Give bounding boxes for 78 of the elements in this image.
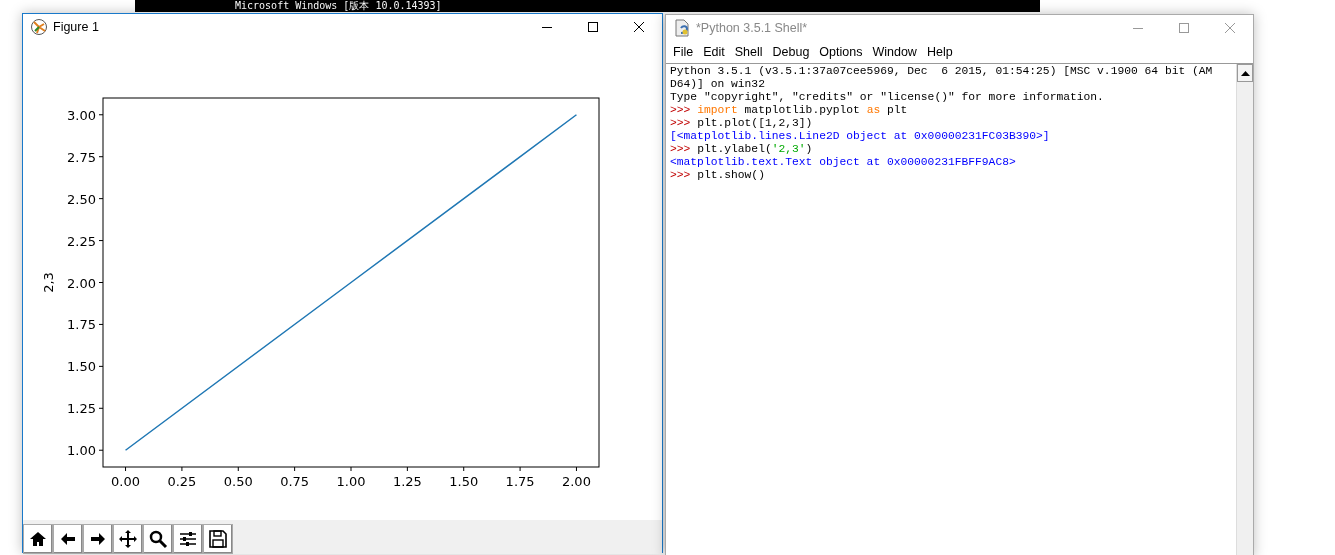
shell-line: >>> plt.ylabel('2,3') — [670, 143, 814, 156]
tick-mark — [98, 114, 104, 116]
back-button[interactable] — [53, 524, 83, 554]
pan-button[interactable] — [113, 524, 143, 554]
menu-item[interactable]: Help — [921, 45, 958, 59]
menu-item[interactable]: Window — [867, 45, 922, 59]
tick-label: 1.50 — [449, 474, 479, 489]
up-triangle-icon — [1240, 70, 1250, 76]
tick-mark — [350, 466, 352, 472]
maximize-icon — [587, 21, 599, 33]
tick-label: 1.75 — [505, 474, 535, 489]
shell-line: >>> plt.plot([1,2,3]) — [670, 117, 814, 130]
tick-label: 1.75 — [67, 317, 96, 333]
shell-line: Python 3.5.1 (v3.5.1:37a07cee5969, Dec 6 2015, 01:54:25) [MSC v.1900 64 bit (AM — [670, 65, 1214, 78]
tick-label: 1.00 — [336, 474, 366, 489]
tick-label: 2.00 — [67, 275, 96, 291]
tick-label: 2.75 — [67, 149, 96, 165]
minimize-icon — [542, 26, 552, 28]
tick-mark — [237, 466, 239, 472]
tick-mark — [294, 466, 296, 472]
window-title: *Python 3.5.1 Shell* — [696, 21, 808, 35]
close-icon — [633, 21, 645, 33]
tick-label: 1.25 — [392, 474, 422, 489]
tick-label: 1.00 — [67, 443, 96, 459]
shell-line: Type "copyright", "credits" or "license()" for more information. — [670, 91, 1105, 104]
tick-label: 0.25 — [167, 474, 197, 489]
sliders-icon — [178, 529, 198, 549]
tick-label: 0.75 — [280, 474, 310, 489]
shell-line: <matplotlib.text.Text object at 0x00000231FBFF9AC8> — [670, 156, 1017, 169]
tick-label: 2.50 — [67, 191, 96, 207]
tick-label: 1.25 — [67, 401, 96, 417]
save-button[interactable] — [203, 524, 233, 554]
shell-line: D64)] on win32 — [670, 78, 766, 91]
configure-button[interactable] — [173, 524, 203, 554]
axis-label: 2,3 — [41, 272, 56, 293]
tick-mark — [406, 466, 408, 472]
zoom-button[interactable] — [143, 524, 173, 554]
tick-mark — [575, 466, 577, 472]
tick-mark — [181, 466, 183, 472]
four-way-arrow-icon — [118, 529, 138, 549]
python-file-icon — [673, 19, 691, 37]
console-text: Microsoft Windows [版本 10.0.14393] — [235, 0, 442, 12]
tick-mark — [519, 466, 521, 472]
magnifier-icon — [148, 529, 168, 549]
menu-item[interactable]: Debug — [767, 45, 815, 59]
tick-mark — [98, 449, 104, 451]
tick-mark — [125, 466, 127, 472]
close-icon — [1224, 22, 1236, 34]
tick-mark — [98, 282, 104, 283]
menu-item[interactable]: Shell — [729, 45, 768, 59]
home-icon — [28, 529, 48, 549]
scrollbar[interactable] — [1236, 64, 1253, 555]
tick-label: 2.25 — [67, 233, 96, 249]
menu-item[interactable]: File — [668, 45, 699, 59]
tick-mark — [463, 466, 465, 472]
tick-label: 0.50 — [223, 474, 253, 489]
window-title: Figure 1 — [53, 20, 99, 34]
tick-mark — [98, 198, 104, 200]
maximize-icon — [1178, 22, 1190, 34]
tick-mark — [98, 365, 104, 367]
tick-label: 1.50 — [67, 359, 96, 375]
tick-mark — [98, 240, 104, 242]
shell-line: >>> plt.show() — [670, 169, 766, 182]
minimize-icon — [1133, 27, 1143, 29]
scroll-up-button[interactable] — [1237, 64, 1253, 82]
matplotlib-logo-icon — [30, 18, 48, 36]
tick-label: 0.00 — [111, 474, 140, 489]
tick-mark — [98, 407, 104, 409]
home-button[interactable] — [23, 524, 53, 554]
tick-mark — [98, 323, 104, 325]
shell-line: >>> import matplotlib.pyplot as plt — [670, 104, 909, 117]
tick-mark — [98, 156, 104, 158]
shell-line: [<matplotlib.lines.Line2D object at 0x00000231FC03B390>] — [670, 130, 1051, 143]
tick-label: 3.00 — [67, 107, 96, 123]
forward-button[interactable] — [83, 524, 113, 554]
tick-label: 2.00 — [562, 474, 591, 489]
menu-item[interactable]: Edit — [698, 45, 730, 59]
menu-item[interactable]: Options — [814, 45, 868, 59]
